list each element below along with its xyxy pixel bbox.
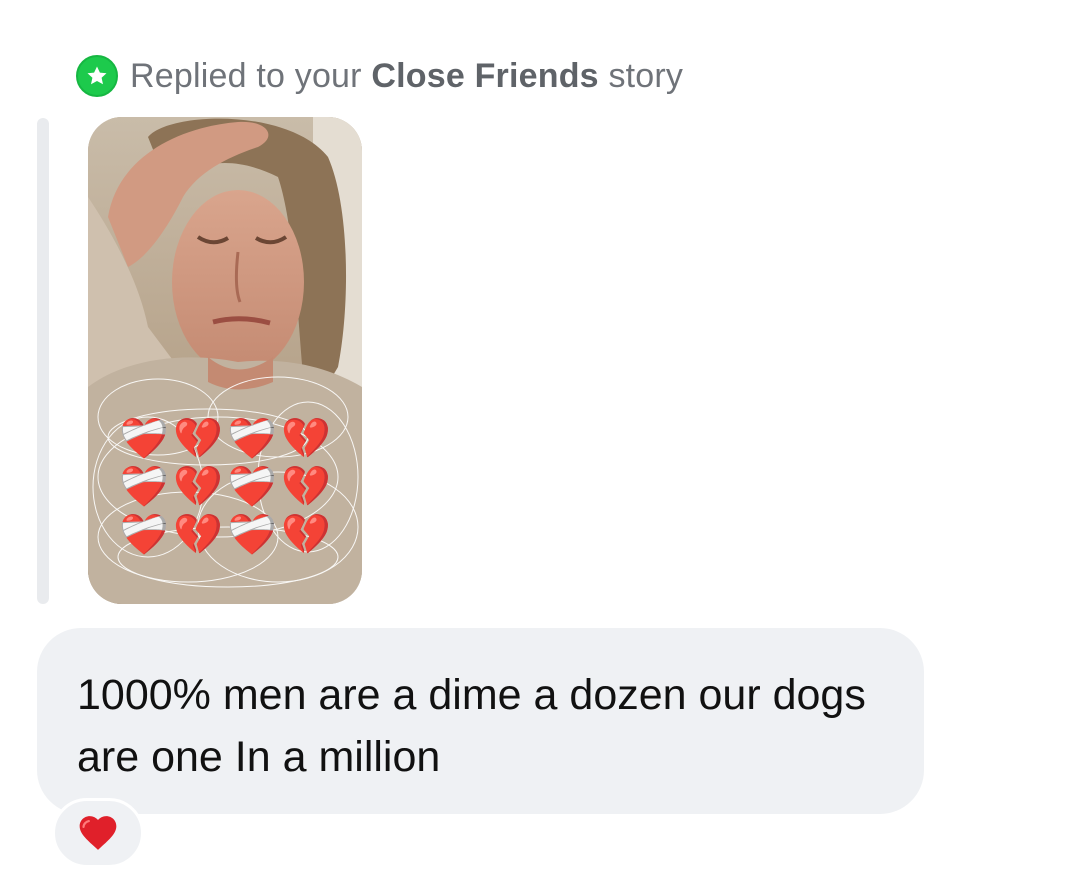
mending-heart-icon: ❤️‍🩹 [227, 416, 277, 462]
broken-heart-icon: 💔 [173, 416, 223, 462]
reply-context-label: Replied to your Close Friends story [130, 57, 683, 96]
reply-quote-bar [37, 118, 49, 604]
broken-heart-icon: 💔 [281, 416, 331, 462]
message-bubble[interactable]: 1000% men are a dime a dozen our dogs ar… [37, 628, 924, 814]
reply-suffix: story [608, 56, 684, 95]
broken-heart-icon: 💔 [173, 464, 223, 510]
heart-icon [79, 816, 117, 850]
broken-heart-icon: 💔 [281, 512, 331, 558]
star-icon [87, 66, 107, 85]
story-reply-header: Replied to your Close Friends story [76, 50, 683, 102]
broken-heart-icon: 💔 [173, 512, 223, 558]
message-text: 1000% men are a dime a dozen our dogs ar… [77, 671, 866, 781]
broken-heart-icon: 💔 [281, 464, 331, 510]
mending-heart-icon: ❤️‍🩹 [227, 464, 277, 510]
mending-heart-icon: ❤️‍🩹 [227, 512, 277, 558]
message-reaction[interactable] [52, 798, 144, 868]
reply-prefix: Replied to your [130, 56, 362, 95]
close-friends-badge [76, 55, 118, 97]
mending-heart-icon: ❤️‍🩹 [119, 416, 169, 462]
story-thumbnail[interactable]: ❤️‍🩹 💔 ❤️‍🩹 💔 ❤️‍🩹 💔 ❤️‍🩹 💔 ❤️‍🩹 💔 ❤️‍🩹 … [88, 117, 362, 604]
close-friends-label: Close Friends [371, 56, 599, 95]
mending-heart-icon: ❤️‍🩹 [119, 464, 169, 510]
emoji-sticker-grid: ❤️‍🩹 💔 ❤️‍🩹 💔 ❤️‍🩹 💔 ❤️‍🩹 💔 ❤️‍🩹 💔 ❤️‍🩹 … [118, 415, 338, 559]
mending-heart-icon: ❤️‍🩹 [119, 512, 169, 558]
